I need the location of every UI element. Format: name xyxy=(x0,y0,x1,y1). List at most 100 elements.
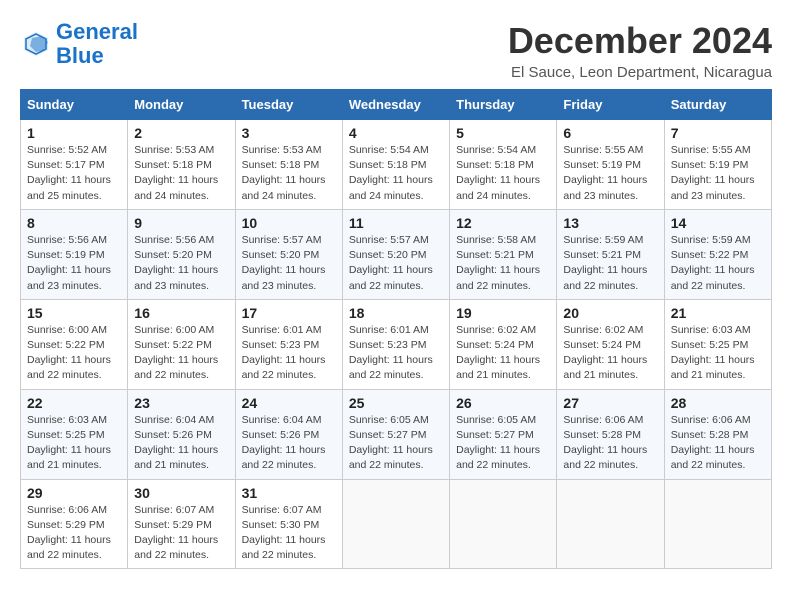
week-row-3: 15 Sunrise: 6:00 AM Sunset: 5:22 PM Dayli… xyxy=(21,299,772,389)
day-detail: Sunrise: 6:06 AM Sunset: 5:28 PM Dayligh… xyxy=(671,413,765,474)
day-number: 22 xyxy=(27,395,121,411)
day-number: 29 xyxy=(27,485,121,501)
calendar-cell xyxy=(557,479,664,569)
title-area: December 2024 El Sauce, Leon Department,… xyxy=(508,20,772,81)
header-row: SundayMondayTuesdayWednesdayThursdayFrid… xyxy=(21,90,772,120)
column-header-tuesday: Tuesday xyxy=(235,90,342,120)
day-number: 6 xyxy=(563,125,657,141)
day-detail: Sunrise: 6:00 AM Sunset: 5:22 PM Dayligh… xyxy=(27,323,121,384)
day-detail: Sunrise: 6:01 AM Sunset: 5:23 PM Dayligh… xyxy=(349,323,443,384)
calendar-cell: 16 Sunrise: 6:00 AM Sunset: 5:22 PM Dayli… xyxy=(128,299,235,389)
calendar-cell: 19 Sunrise: 6:02 AM Sunset: 5:24 PM Dayli… xyxy=(450,299,557,389)
day-detail: Sunrise: 5:56 AM Sunset: 5:20 PM Dayligh… xyxy=(134,233,228,294)
day-number: 27 xyxy=(563,395,657,411)
calendar-table: SundayMondayTuesdayWednesdayThursdayFrid… xyxy=(20,89,772,569)
day-detail: Sunrise: 6:04 AM Sunset: 5:26 PM Dayligh… xyxy=(134,413,228,474)
location-subtitle: El Sauce, Leon Department, Nicaragua xyxy=(508,64,772,81)
day-number: 21 xyxy=(671,305,765,321)
day-detail: Sunrise: 6:05 AM Sunset: 5:27 PM Dayligh… xyxy=(349,413,443,474)
day-number: 28 xyxy=(671,395,765,411)
day-number: 14 xyxy=(671,215,765,231)
calendar-cell: 7 Sunrise: 5:55 AM Sunset: 5:19 PM Daylig… xyxy=(664,120,771,210)
logo-text: General Blue xyxy=(56,20,138,68)
day-detail: Sunrise: 6:03 AM Sunset: 5:25 PM Dayligh… xyxy=(27,413,121,474)
calendar-cell: 3Sunrise: 5:53 AM Sunset: 5:18 PM Daylig… xyxy=(235,120,342,210)
day-detail: Sunrise: 6:02 AM Sunset: 5:24 PM Dayligh… xyxy=(563,323,657,384)
calendar-cell: 23 Sunrise: 6:04 AM Sunset: 5:26 PM Dayli… xyxy=(128,389,235,479)
calendar-cell: 15 Sunrise: 6:00 AM Sunset: 5:22 PM Dayli… xyxy=(21,299,128,389)
day-number: 31 xyxy=(242,485,336,501)
day-detail: Sunrise: 5:54 AM Sunset: 5:18 PM Dayligh… xyxy=(349,143,443,204)
calendar-cell: 8Sunrise: 5:56 AM Sunset: 5:19 PM Daylig… xyxy=(21,209,128,299)
logo-line2: Blue xyxy=(56,43,104,68)
day-detail: Sunrise: 6:05 AM Sunset: 5:27 PM Dayligh… xyxy=(456,413,550,474)
day-detail: Sunrise: 6:06 AM Sunset: 5:29 PM Dayligh… xyxy=(27,503,121,564)
calendar-cell: 24 Sunrise: 6:04 AM Sunset: 5:26 PM Dayli… xyxy=(235,389,342,479)
day-detail: Sunrise: 6:01 AM Sunset: 5:23 PM Dayligh… xyxy=(242,323,336,384)
calendar-cell: 30Sunrise: 6:07 AM Sunset: 5:29 PM Dayli… xyxy=(128,479,235,569)
day-detail: Sunrise: 5:53 AM Sunset: 5:18 PM Dayligh… xyxy=(134,143,228,204)
day-number: 8 xyxy=(27,215,121,231)
day-number: 19 xyxy=(456,305,550,321)
day-number: 13 xyxy=(563,215,657,231)
calendar-cell: 26 Sunrise: 6:05 AM Sunset: 5:27 PM Dayli… xyxy=(450,389,557,479)
week-row-5: 29 Sunrise: 6:06 AM Sunset: 5:29 PM Dayli… xyxy=(21,479,772,569)
day-number: 12 xyxy=(456,215,550,231)
day-detail: Sunrise: 5:57 AM Sunset: 5:20 PM Dayligh… xyxy=(242,233,336,294)
week-row-4: 22 Sunrise: 6:03 AM Sunset: 5:25 PM Dayli… xyxy=(21,389,772,479)
calendar-cell: 31 Sunrise: 6:07 AM Sunset: 5:30 PM Dayli… xyxy=(235,479,342,569)
calendar-cell: 25 Sunrise: 6:05 AM Sunset: 5:27 PM Dayli… xyxy=(342,389,449,479)
day-number: 26 xyxy=(456,395,550,411)
day-number: 30 xyxy=(134,485,228,501)
calendar-cell: 22 Sunrise: 6:03 AM Sunset: 5:25 PM Dayli… xyxy=(21,389,128,479)
calendar-cell: 14 Sunrise: 5:59 AM Sunset: 5:22 PM Dayli… xyxy=(664,209,771,299)
day-detail: Sunrise: 6:00 AM Sunset: 5:22 PM Dayligh… xyxy=(134,323,228,384)
calendar-cell xyxy=(664,479,771,569)
column-header-monday: Monday xyxy=(128,90,235,120)
column-header-friday: Friday xyxy=(557,90,664,120)
day-detail: Sunrise: 6:02 AM Sunset: 5:24 PM Dayligh… xyxy=(456,323,550,384)
day-detail: Sunrise: 6:06 AM Sunset: 5:28 PM Dayligh… xyxy=(563,413,657,474)
calendar-cell: 2 Sunrise: 5:53 AM Sunset: 5:18 PM Daylig… xyxy=(128,120,235,210)
calendar-cell: 20Sunrise: 6:02 AM Sunset: 5:24 PM Dayli… xyxy=(557,299,664,389)
calendar-cell: 29 Sunrise: 6:06 AM Sunset: 5:29 PM Dayli… xyxy=(21,479,128,569)
header: General Blue December 2024 El Sauce, Leo… xyxy=(20,20,772,81)
calendar-cell: 6Sunrise: 5:55 AM Sunset: 5:19 PM Daylig… xyxy=(557,120,664,210)
day-number: 23 xyxy=(134,395,228,411)
calendar-cell xyxy=(450,479,557,569)
column-header-sunday: Sunday xyxy=(21,90,128,120)
calendar-cell: 1 Sunrise: 5:52 AM Sunset: 5:17 PM Daylig… xyxy=(21,120,128,210)
column-header-wednesday: Wednesday xyxy=(342,90,449,120)
month-title: December 2024 xyxy=(508,20,772,62)
day-number: 9 xyxy=(134,215,228,231)
calendar-cell: 13Sunrise: 5:59 AM Sunset: 5:21 PM Dayli… xyxy=(557,209,664,299)
day-number: 1 xyxy=(27,125,121,141)
day-detail: Sunrise: 5:52 AM Sunset: 5:17 PM Dayligh… xyxy=(27,143,121,204)
calendar-cell: 4Sunrise: 5:54 AM Sunset: 5:18 PM Daylig… xyxy=(342,120,449,210)
day-number: 16 xyxy=(134,305,228,321)
calendar-cell: 11Sunrise: 5:57 AM Sunset: 5:20 PM Dayli… xyxy=(342,209,449,299)
day-detail: Sunrise: 5:53 AM Sunset: 5:18 PM Dayligh… xyxy=(242,143,336,204)
column-header-saturday: Saturday xyxy=(664,90,771,120)
day-detail: Sunrise: 5:55 AM Sunset: 5:19 PM Dayligh… xyxy=(671,143,765,204)
calendar-cell: 9 Sunrise: 5:56 AM Sunset: 5:20 PM Daylig… xyxy=(128,209,235,299)
logo: General Blue xyxy=(20,20,138,68)
day-number: 2 xyxy=(134,125,228,141)
column-header-thursday: Thursday xyxy=(450,90,557,120)
logo-line1: General xyxy=(56,19,138,44)
day-number: 7 xyxy=(671,125,765,141)
day-number: 25 xyxy=(349,395,443,411)
calendar-cell: 27 Sunrise: 6:06 AM Sunset: 5:28 PM Dayli… xyxy=(557,389,664,479)
day-detail: Sunrise: 5:59 AM Sunset: 5:22 PM Dayligh… xyxy=(671,233,765,294)
calendar-cell xyxy=(342,479,449,569)
day-detail: Sunrise: 5:57 AM Sunset: 5:20 PM Dayligh… xyxy=(349,233,443,294)
day-number: 15 xyxy=(27,305,121,321)
day-number: 24 xyxy=(242,395,336,411)
day-detail: Sunrise: 6:07 AM Sunset: 5:30 PM Dayligh… xyxy=(242,503,336,564)
calendar-cell: 21Sunrise: 6:03 AM Sunset: 5:25 PM Dayli… xyxy=(664,299,771,389)
day-number: 5 xyxy=(456,125,550,141)
calendar-cell: 17Sunrise: 6:01 AM Sunset: 5:23 PM Dayli… xyxy=(235,299,342,389)
day-number: 18 xyxy=(349,305,443,321)
day-detail: Sunrise: 5:54 AM Sunset: 5:18 PM Dayligh… xyxy=(456,143,550,204)
day-detail: Sunrise: 6:04 AM Sunset: 5:26 PM Dayligh… xyxy=(242,413,336,474)
